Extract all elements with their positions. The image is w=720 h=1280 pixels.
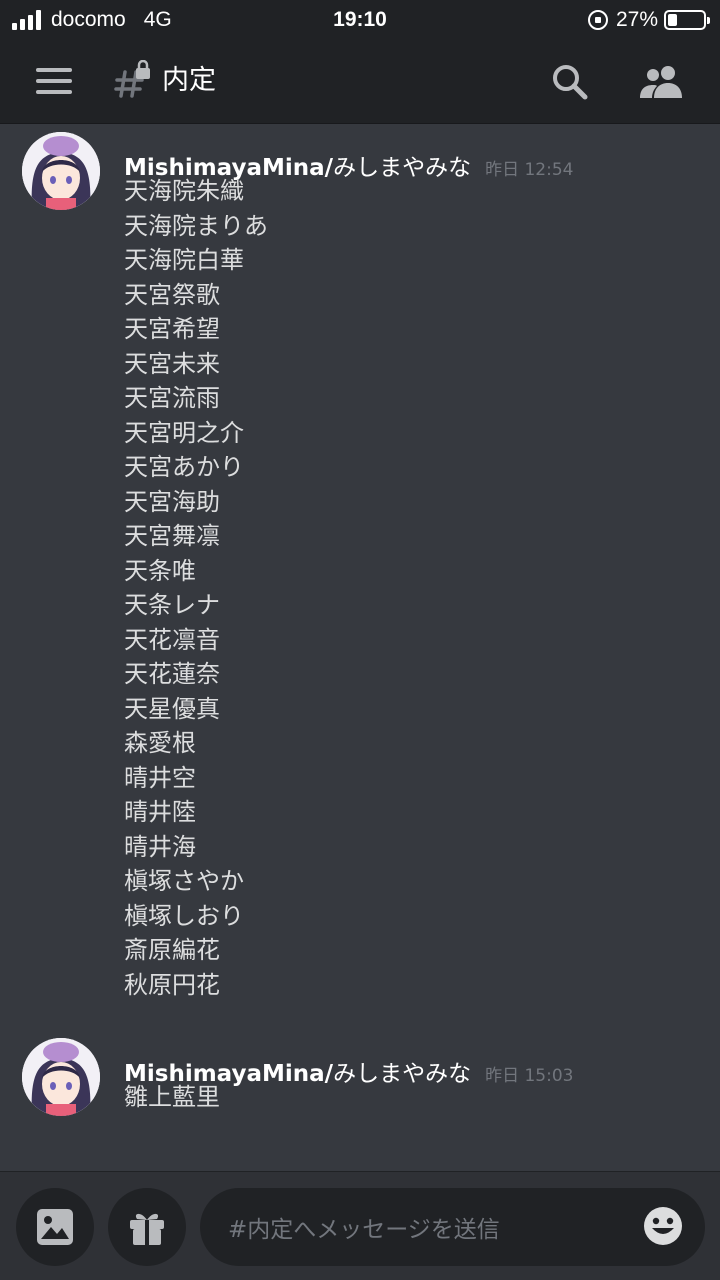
message-line: 斎原編花 [124, 936, 220, 964]
message-line: 天条唯 [124, 556, 196, 585]
message-line: 晴井海 [124, 832, 196, 861]
message-line: 天海院朱織 [124, 177, 244, 205]
members-icon[interactable] [638, 64, 686, 100]
message-timestamp: 昨日 12:54 [485, 160, 574, 180]
message-content: 天海院朱織天海院まりあ 天海院白華天宮祭歌天宮希望天宮未来天宮流雨天宮明之介天宮あ… [124, 174, 268, 1002]
emoji-icon[interactable] [643, 1206, 683, 1246]
message-line: 天宮海助 [124, 487, 220, 516]
message-line: 森愛根 [124, 729, 196, 757]
message-line: 天宮流雨 [124, 384, 220, 412]
message-line: 天宮明之介 [124, 418, 244, 447]
channel-header: 内定 [0, 40, 720, 124]
search-icon[interactable] [550, 62, 590, 102]
image-icon [37, 1209, 73, 1245]
message-line: 天宮あかり [124, 453, 244, 481]
avatar[interactable] [22, 1038, 100, 1116]
locked-hash-icon [114, 60, 150, 98]
battery-icon [664, 10, 710, 30]
message-line: 天宮祭歌 [124, 280, 220, 309]
message-line: 雛上藍里 [124, 1083, 220, 1111]
battery-percent: 27% [615, 8, 658, 31]
message-line: 槇塚しおり [124, 901, 244, 930]
message-line: 天星優真 [124, 694, 220, 723]
message-line: 天条レナ [124, 591, 220, 619]
message-line: 天宮未来 [124, 349, 220, 378]
message-line: 天花蓮奈 [124, 660, 220, 688]
message-line: 晴井陸 [124, 798, 196, 826]
channel-title: 内定 [162, 65, 216, 96]
message-line: 天海院白華 [124, 246, 244, 274]
message-line: 天花凛音 [124, 625, 220, 654]
message-input-placeholder: #内定へメッセージを送信 [228, 1217, 500, 1243]
composer-bar: #内定へメッセージを送信 [0, 1171, 720, 1280]
avatar[interactable] [22, 132, 100, 210]
message-content: 雛上藍里 [124, 1080, 220, 1115]
message-line: 槇塚さやか [124, 867, 244, 895]
hamburger-icon[interactable] [36, 68, 72, 94]
message-timestamp: 昨日 15:03 [485, 1066, 574, 1086]
message-line: 天海院まりあ [124, 211, 268, 240]
status-bar: docomo 4G 19:10 27% [0, 0, 720, 40]
gift-button[interactable] [108, 1188, 186, 1266]
message-line: 晴井空 [124, 763, 196, 792]
message-line: 天宮舞凛 [124, 522, 220, 550]
message-list[interactable]: MishimayaMina/みしまやみな 昨日 12:54 天海院朱織 天海院まりあ… [0, 124, 720, 1171]
rotation-lock-icon [587, 10, 608, 30]
message-line: 秋原円花 [124, 970, 220, 999]
message-line: 天宮希望 [124, 315, 220, 343]
gift-icon [130, 1213, 164, 1245]
upload-image-button[interactable] [16, 1188, 94, 1266]
message-input[interactable]: #内定へメッセージを送信 [200, 1188, 705, 1266]
